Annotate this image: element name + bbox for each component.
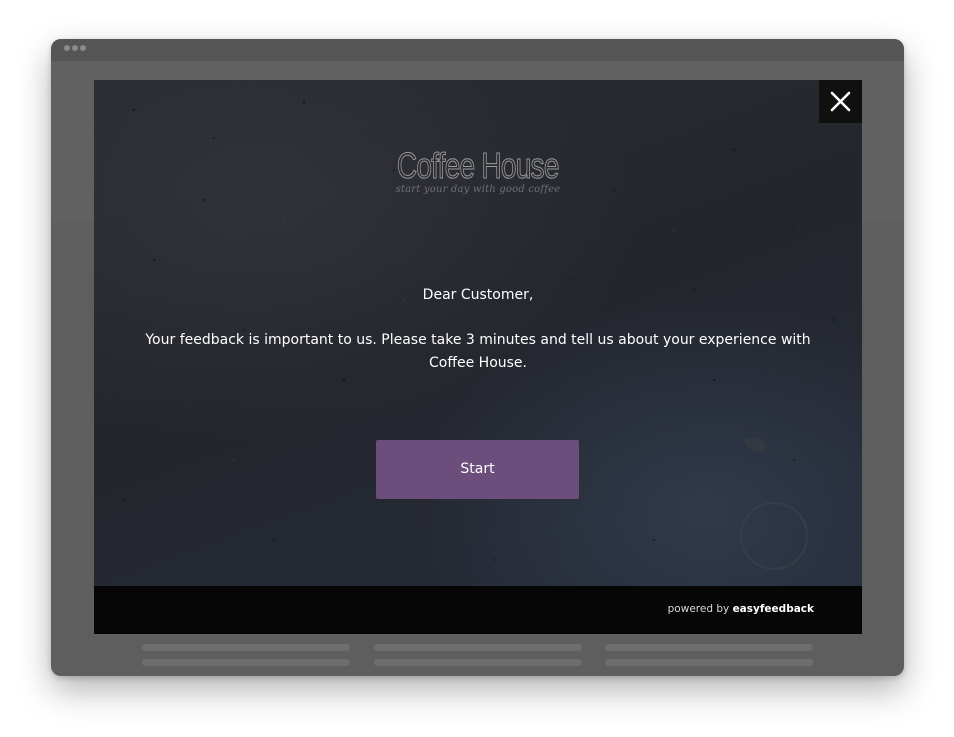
coffee-house-logo: Coffee House start your day with good co…: [94, 145, 862, 195]
window-dot-minimize[interactable]: [72, 45, 78, 51]
close-button[interactable]: [819, 80, 862, 123]
background-page-placeholders: [142, 642, 814, 668]
close-icon: [830, 91, 851, 112]
placeholder-bar: [142, 659, 350, 666]
window-dot-maximize[interactable]: [80, 45, 86, 51]
start-button[interactable]: Start: [376, 440, 579, 499]
placeholder-bar: [142, 644, 350, 651]
placeholder-bar: [605, 644, 813, 651]
window-controls: [64, 45, 86, 51]
powered-by[interactable]: powered by easyfeedback: [668, 601, 814, 617]
browser-titlebar: [51, 39, 904, 61]
placeholder-bar: [374, 659, 582, 666]
window-dot-close[interactable]: [64, 45, 70, 51]
powered-by-prefix: powered by: [667, 603, 730, 615]
placeholder-bar: [374, 644, 582, 651]
greeting-text: Dear Customer,: [422, 287, 534, 303]
modal-footer: powered by easyfeedback: [94, 586, 862, 634]
brand-name: easyfeedback: [732, 603, 814, 615]
intro-message: Your feedback is important to us. Please…: [145, 332, 811, 371]
survey-modal: Coffee House start your day with good co…: [94, 80, 862, 634]
placeholder-bar: [605, 659, 813, 666]
logo-title: Coffee House: [397, 145, 560, 186]
